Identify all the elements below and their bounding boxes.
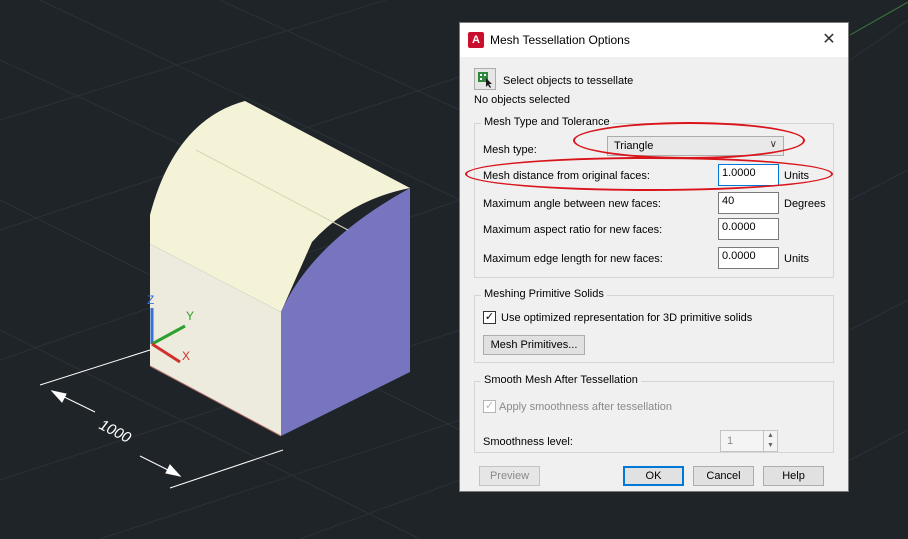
- ucs-z-label: Z: [147, 293, 154, 307]
- smoothness-level-label: Smoothness level:: [483, 436, 573, 448]
- max-angle-unit: Degrees: [784, 198, 826, 210]
- max-edge-input[interactable]: 0.0000: [718, 247, 779, 269]
- max-aspect-input[interactable]: 0.0000: [718, 218, 779, 240]
- mesh-primitives-button[interactable]: Mesh Primitives...: [483, 335, 585, 355]
- optimized-representation-checkbox[interactable]: ✓: [483, 311, 496, 324]
- autocad-app-icon: A: [468, 32, 484, 48]
- dialog-titlebar[interactable]: A Mesh Tessellation Options ✕: [460, 23, 848, 57]
- spin-arrows-icon[interactable]: ▲ ▼: [763, 431, 777, 451]
- solid-model[interactable]: [149, 101, 410, 437]
- mesh-type-label: Mesh type:: [483, 144, 537, 156]
- max-aspect-label: Maximum aspect ratio for new faces:: [483, 224, 663, 236]
- optimized-representation-label: Use optimized representation for 3D prim…: [501, 312, 753, 324]
- select-objects-label: Select objects to tessellate: [503, 75, 634, 87]
- mesh-type-value: Triangle: [614, 140, 654, 152]
- dialog-title: Mesh Tessellation Options: [490, 33, 630, 47]
- ucs-y-label: Y: [186, 309, 194, 323]
- smoothness-level-stepper[interactable]: 1 ▲ ▼: [720, 430, 778, 452]
- mesh-type-select[interactable]: Triangle ∨: [607, 136, 784, 156]
- mesh-distance-unit: Units: [784, 170, 810, 182]
- max-edge-label: Maximum edge length for new faces:: [483, 253, 663, 265]
- meshing-primitive-group-title: Meshing Primitive Solids: [481, 288, 607, 300]
- smooth-mesh-group: Smooth Mesh After Tessellation ✓ Apply s…: [474, 374, 834, 453]
- preview-button[interactable]: Preview: [479, 466, 540, 486]
- ucs-x-label: X: [182, 349, 190, 363]
- mesh-distance-input[interactable]: 1.0000: [718, 164, 779, 186]
- select-objects-icon: [478, 72, 492, 88]
- ok-button[interactable]: OK: [623, 466, 684, 486]
- help-button[interactable]: Help: [763, 466, 824, 486]
- meshing-primitive-group: Meshing Primitive Solids ✓ Use optimized…: [474, 288, 834, 363]
- max-angle-input[interactable]: 40: [718, 192, 779, 214]
- mesh-type-group: Mesh Type and Tolerance Mesh type: Trian…: [474, 116, 834, 278]
- mesh-tessellation-dialog: A Mesh Tessellation Options ✕ Select obj…: [459, 22, 849, 492]
- close-icon[interactable]: ✕: [818, 29, 840, 51]
- mesh-distance-label: Mesh distance from original faces:: [483, 170, 650, 182]
- select-objects-button[interactable]: [474, 68, 496, 90]
- cancel-button[interactable]: Cancel: [693, 466, 754, 486]
- chevron-down-icon: ∨: [769, 139, 777, 150]
- selection-status: No objects selected: [474, 94, 570, 106]
- green-axis-line: [849, 1, 908, 36]
- mesh-type-group-title: Mesh Type and Tolerance: [481, 116, 613, 128]
- max-angle-label: Maximum angle between new faces:: [483, 198, 661, 210]
- smooth-mesh-group-title: Smooth Mesh After Tessellation: [481, 374, 641, 386]
- smoothness-level-value: 1: [727, 435, 734, 447]
- apply-smoothness-checkbox[interactable]: ✓: [483, 400, 496, 413]
- apply-smoothness-label: Apply smoothness after tessellation: [499, 401, 673, 413]
- max-edge-unit: Units: [784, 253, 810, 265]
